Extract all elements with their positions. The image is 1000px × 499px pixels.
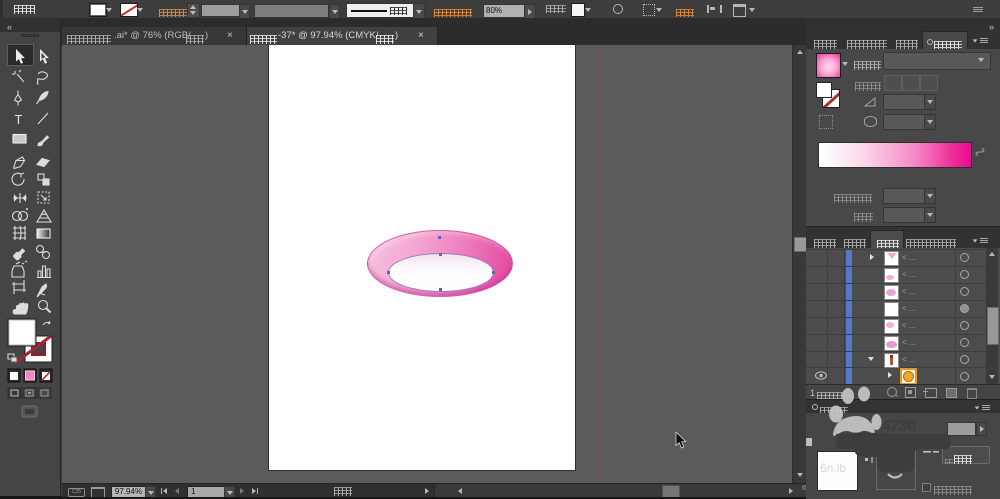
svg-text:T: T xyxy=(15,112,23,127)
